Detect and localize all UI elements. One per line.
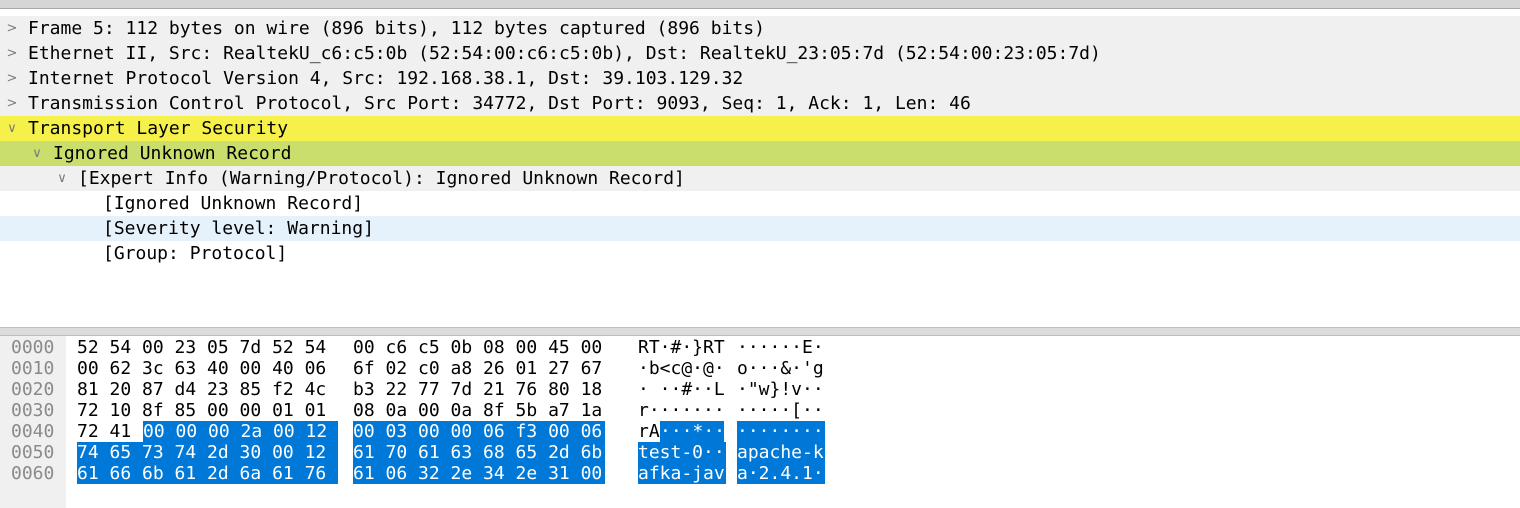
ascii-bytes[interactable]: RT·#·}RT (638, 337, 725, 358)
packet-bytes-pane[interactable]: 0000 52 54 00 23 05 7d 52 54 00 c6 c5 0b… (0, 336, 1520, 508)
hex-bytes[interactable]: 72 10 8f 85 00 00 01 01 (77, 400, 326, 421)
expand-arrow-icon[interactable]: > (5, 41, 19, 66)
tree-row-tls[interactable]: ∨ Transport Layer Security (0, 116, 1520, 141)
hex-offset: 0010 (11, 358, 55, 379)
collapse-arrow-icon[interactable]: ∨ (5, 116, 19, 141)
tree-row-label: Ethernet II, Src: RealtekU_c6:c5:0b (52:… (28, 43, 1101, 64)
hex-bytes-selected[interactable]: 61 66 6b 61 2d 6a 61 76 (77, 463, 338, 484)
tree-row-label: [Ignored Unknown Record] (103, 193, 364, 214)
ascii-bytes-selected[interactable]: a·2.4.1· (737, 463, 825, 484)
tree-row-label: Ignored Unknown Record (53, 143, 292, 164)
tree-row-expert-info[interactable]: ∨ [Expert Info (Warning/Protocol): Ignor… (0, 166, 1520, 191)
hex-bytes[interactable]: 52 54 00 23 05 7d 52 54 (77, 337, 326, 358)
tree-row-ethernet[interactable]: > Ethernet II, Src: RealtekU_c6:c5:0b (5… (0, 41, 1520, 66)
hex-offset: 0040 (11, 421, 55, 442)
ascii-bytes-selected[interactable]: afka-jav (638, 463, 726, 484)
ascii-bytes[interactable]: rA (638, 421, 660, 442)
tree-row-label: Transport Layer Security (28, 118, 289, 139)
hex-offset: 0030 (11, 400, 55, 421)
hex-bytes[interactable]: b3 22 77 7d 21 76 80 18 (353, 379, 602, 400)
tree-row-label: Transmission Control Protocol, Src Port:… (28, 93, 971, 114)
hex-offset: 0050 (11, 442, 55, 463)
tree-row-label: [Expert Info (Warning/Protocol): Ignored… (78, 168, 685, 189)
ascii-bytes-selected[interactable]: apache-k (737, 442, 825, 463)
ascii-bytes[interactable]: ·b<c@·@· (638, 358, 725, 379)
tree-row-expert-message[interactable]: [Ignored Unknown Record] (0, 191, 1520, 216)
hex-bytes-selected[interactable]: 61 06 32 2e 34 2e 31 00 (353, 463, 605, 484)
ascii-bytes-selected[interactable]: ···*·· (660, 421, 725, 442)
tree-row-label: [Severity level: Warning] (103, 218, 374, 239)
tree-row-label: Internet Protocol Version 4, Src: 192.16… (28, 68, 744, 89)
expand-arrow-icon[interactable]: > (5, 91, 19, 116)
hex-bytes-selected[interactable]: 74 65 73 74 2d 30 00 12 (77, 442, 338, 463)
ascii-bytes[interactable]: ·"w}!v·· (737, 379, 824, 400)
expand-arrow-icon[interactable]: > (5, 16, 19, 41)
collapse-arrow-icon[interactable]: ∨ (55, 166, 69, 191)
ascii-bytes[interactable]: · ··#··L (638, 379, 725, 400)
hex-bytes-selected[interactable]: 00 03 00 00 06 f3 00 06 (353, 421, 605, 442)
ascii-bytes[interactable]: ·····[·· (737, 400, 824, 421)
hex-bytes-selected[interactable]: 61 70 61 63 68 65 2d 6b (353, 442, 605, 463)
hex-offset: 0060 (11, 463, 55, 484)
hex-bytes[interactable]: 81 20 87 d4 23 85 f2 4c (77, 379, 326, 400)
hex-bytes[interactable]: 6f 02 c0 a8 26 01 27 67 (353, 358, 602, 379)
tree-row-group[interactable]: [Group: Protocol] (0, 241, 1520, 266)
ascii-bytes-selected[interactable]: ········ (737, 421, 825, 442)
tree-row-ignored-record[interactable]: ∨ Ignored Unknown Record (0, 141, 1520, 166)
hex-bytes[interactable]: 72 41 (77, 421, 142, 442)
ascii-bytes[interactable]: o···&·'g (737, 358, 824, 379)
tree-row-label: Frame 5: 112 bytes on wire (896 bits), 1… (28, 18, 765, 39)
expand-arrow-icon[interactable]: > (5, 66, 19, 91)
collapse-arrow-icon[interactable]: ∨ (30, 141, 44, 166)
hex-offset: 0000 (11, 337, 55, 358)
top-scroll-edge (0, 0, 1520, 9)
hex-bytes-selected[interactable]: 00 00 00 2a 00 12 (143, 421, 338, 442)
ascii-bytes[interactable]: r······· (638, 400, 725, 421)
packet-details-tree[interactable]: > Frame 5: 112 bytes on wire (896 bits),… (0, 16, 1520, 266)
tree-row-label: [Group: Protocol] (103, 243, 288, 264)
tree-row-frame[interactable]: > Frame 5: 112 bytes on wire (896 bits),… (0, 16, 1520, 41)
hex-offset: 0020 (11, 379, 55, 400)
hex-bytes[interactable]: 00 62 3c 63 40 00 40 06 (77, 358, 326, 379)
ascii-bytes-selected[interactable]: test-0·· (638, 442, 726, 463)
ascii-bytes[interactable]: ······E· (737, 337, 824, 358)
hex-bytes[interactable]: 00 c6 c5 0b 08 00 45 00 (353, 337, 602, 358)
tree-row-ipv4[interactable]: > Internet Protocol Version 4, Src: 192.… (0, 66, 1520, 91)
tree-row-tcp[interactable]: > Transmission Control Protocol, Src Por… (0, 91, 1520, 116)
pane-splitter[interactable] (0, 327, 1520, 336)
tree-row-severity[interactable]: [Severity level: Warning] (0, 216, 1520, 241)
hex-bytes[interactable]: 08 0a 00 0a 8f 5b a7 1a (353, 400, 602, 421)
